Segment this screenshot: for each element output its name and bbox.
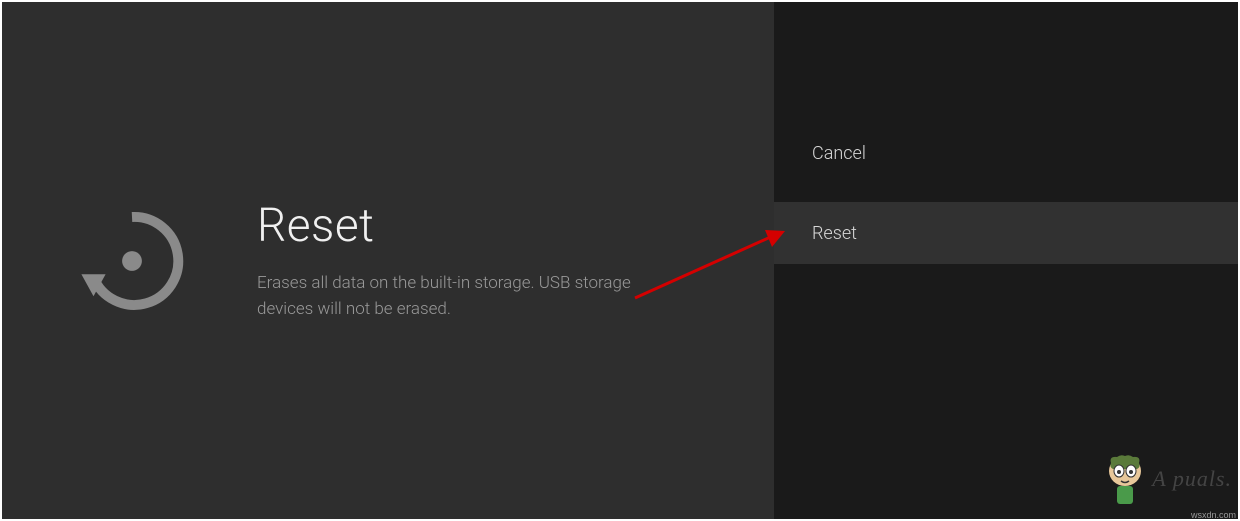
settings-screen: Reset Erases all data on the built-in st…: [2, 2, 1238, 519]
info-panel: Reset Erases all data on the built-in st…: [2, 2, 774, 519]
reset-text-block: Reset Erases all data on the built-in st…: [257, 199, 657, 322]
reset-label: Reset: [812, 223, 857, 244]
reset-button[interactable]: Reset: [774, 202, 1238, 264]
watermark-mascot-icon: [1103, 451, 1148, 506]
page-title: Reset: [257, 199, 657, 253]
cancel-label: Cancel: [812, 143, 866, 164]
watermark: A puals.: [1103, 451, 1232, 506]
watermark-text: A puals.: [1152, 466, 1232, 492]
cancel-button[interactable]: Cancel: [774, 122, 1238, 184]
page-description: Erases all data on the built-in storage.…: [257, 271, 657, 322]
source-text: wsxdn.com: [1191, 510, 1236, 520]
reset-restore-icon: [77, 206, 187, 316]
reset-icon-container: [62, 206, 202, 316]
action-panel: Cancel Reset: [774, 2, 1238, 519]
